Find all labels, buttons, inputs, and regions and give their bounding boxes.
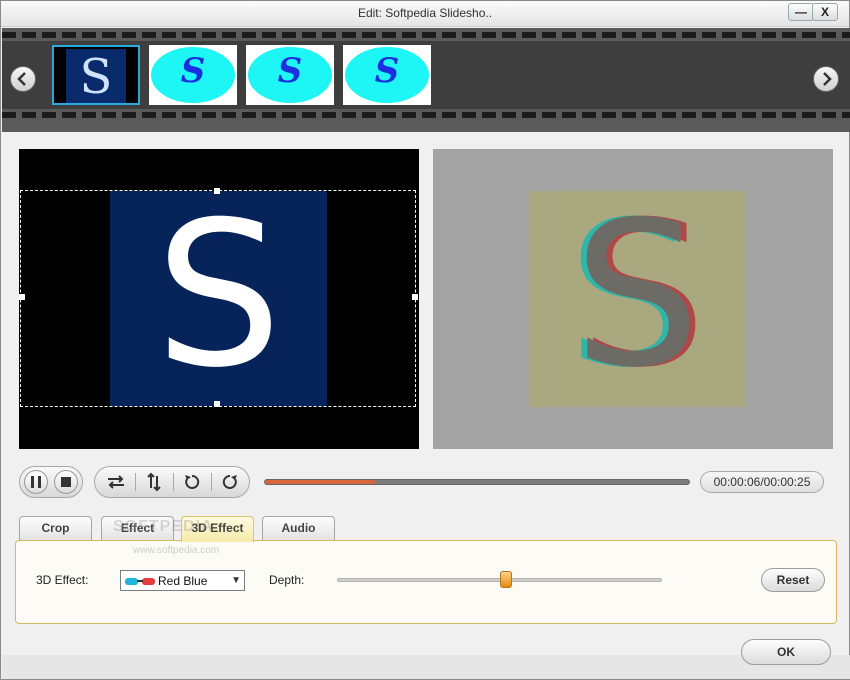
reset-button[interactable]: Reset: [761, 568, 825, 592]
film-sprockets-bottom: [2, 112, 850, 118]
thumbnail-letter: S: [180, 51, 206, 91]
edit-window: Edit: Softpedia Slidesho.. — X S S S S S…: [0, 0, 850, 680]
filmstrip: S S S S: [2, 28, 850, 132]
transform-controls: [94, 466, 250, 498]
rotate-left-icon[interactable]: [177, 471, 207, 493]
crop-handle-left[interactable]: [19, 294, 25, 300]
tab-audio[interactable]: Audio: [262, 516, 335, 541]
output-image: S S S: [529, 191, 745, 407]
window-title: Edit: Softpedia Slidesho..: [357, 6, 493, 20]
watermark-url: www.softpedia.com: [133, 545, 220, 556]
playback-controls: [19, 466, 83, 498]
flip-vertical-icon[interactable]: [139, 471, 169, 493]
thumbnail-letter: S: [374, 51, 400, 91]
rotate-right-icon[interactable]: [215, 471, 245, 493]
minimize-button[interactable]: —: [788, 3, 814, 21]
close-button[interactable]: X: [812, 3, 838, 21]
progress-fill: [265, 480, 376, 484]
thumbnail-4[interactable]: S: [343, 45, 431, 105]
time-display: 00:00:06/00:00:25: [700, 471, 824, 493]
chevron-down-icon[interactable]: ▼: [231, 575, 241, 586]
pause-icon[interactable]: [24, 470, 48, 494]
thumbnail-2[interactable]: S: [149, 45, 237, 105]
thumbnail-letter: S: [54, 49, 138, 103]
separator: [173, 473, 174, 491]
glasses-icon: [125, 578, 155, 585]
crop-handle-top[interactable]: [214, 188, 220, 194]
thumbnail-letter: S: [277, 51, 303, 91]
separator: [135, 473, 136, 491]
effect-select-value: Red Blue: [158, 574, 208, 588]
effect-label: 3D Effect:: [36, 573, 89, 587]
chevron-left-icon[interactable]: [10, 66, 36, 92]
stop-icon[interactable]: [54, 470, 78, 494]
chevron-right-icon[interactable]: [813, 66, 839, 92]
depth-label: Depth:: [269, 573, 305, 587]
flip-horizontal-icon[interactable]: [101, 471, 131, 493]
film-sprockets-top: [2, 32, 850, 38]
thumbnail-1[interactable]: S: [52, 45, 140, 105]
original-preview: S: [19, 149, 419, 449]
tab-crop[interactable]: Crop: [19, 516, 92, 541]
output-letter: S: [573, 191, 701, 407]
effect-select[interactable]: Red Blue ▼: [120, 570, 245, 591]
ok-button[interactable]: OK: [741, 639, 831, 665]
separator: [211, 473, 212, 491]
crop-handle-bottom[interactable]: [214, 401, 220, 407]
watermark: SOFTPEDIA: [113, 518, 214, 535]
crop-frame[interactable]: [20, 190, 416, 407]
crop-handle-right[interactable]: [412, 294, 418, 300]
progress-bar[interactable]: [264, 479, 690, 485]
output-preview: S S S: [433, 149, 833, 449]
title-bar: Edit: Softpedia Slidesho.. — X: [1, 1, 849, 27]
footer-bar: [2, 655, 850, 679]
depth-slider-handle[interactable]: [500, 571, 512, 588]
thumbnail-3[interactable]: S: [246, 45, 334, 105]
